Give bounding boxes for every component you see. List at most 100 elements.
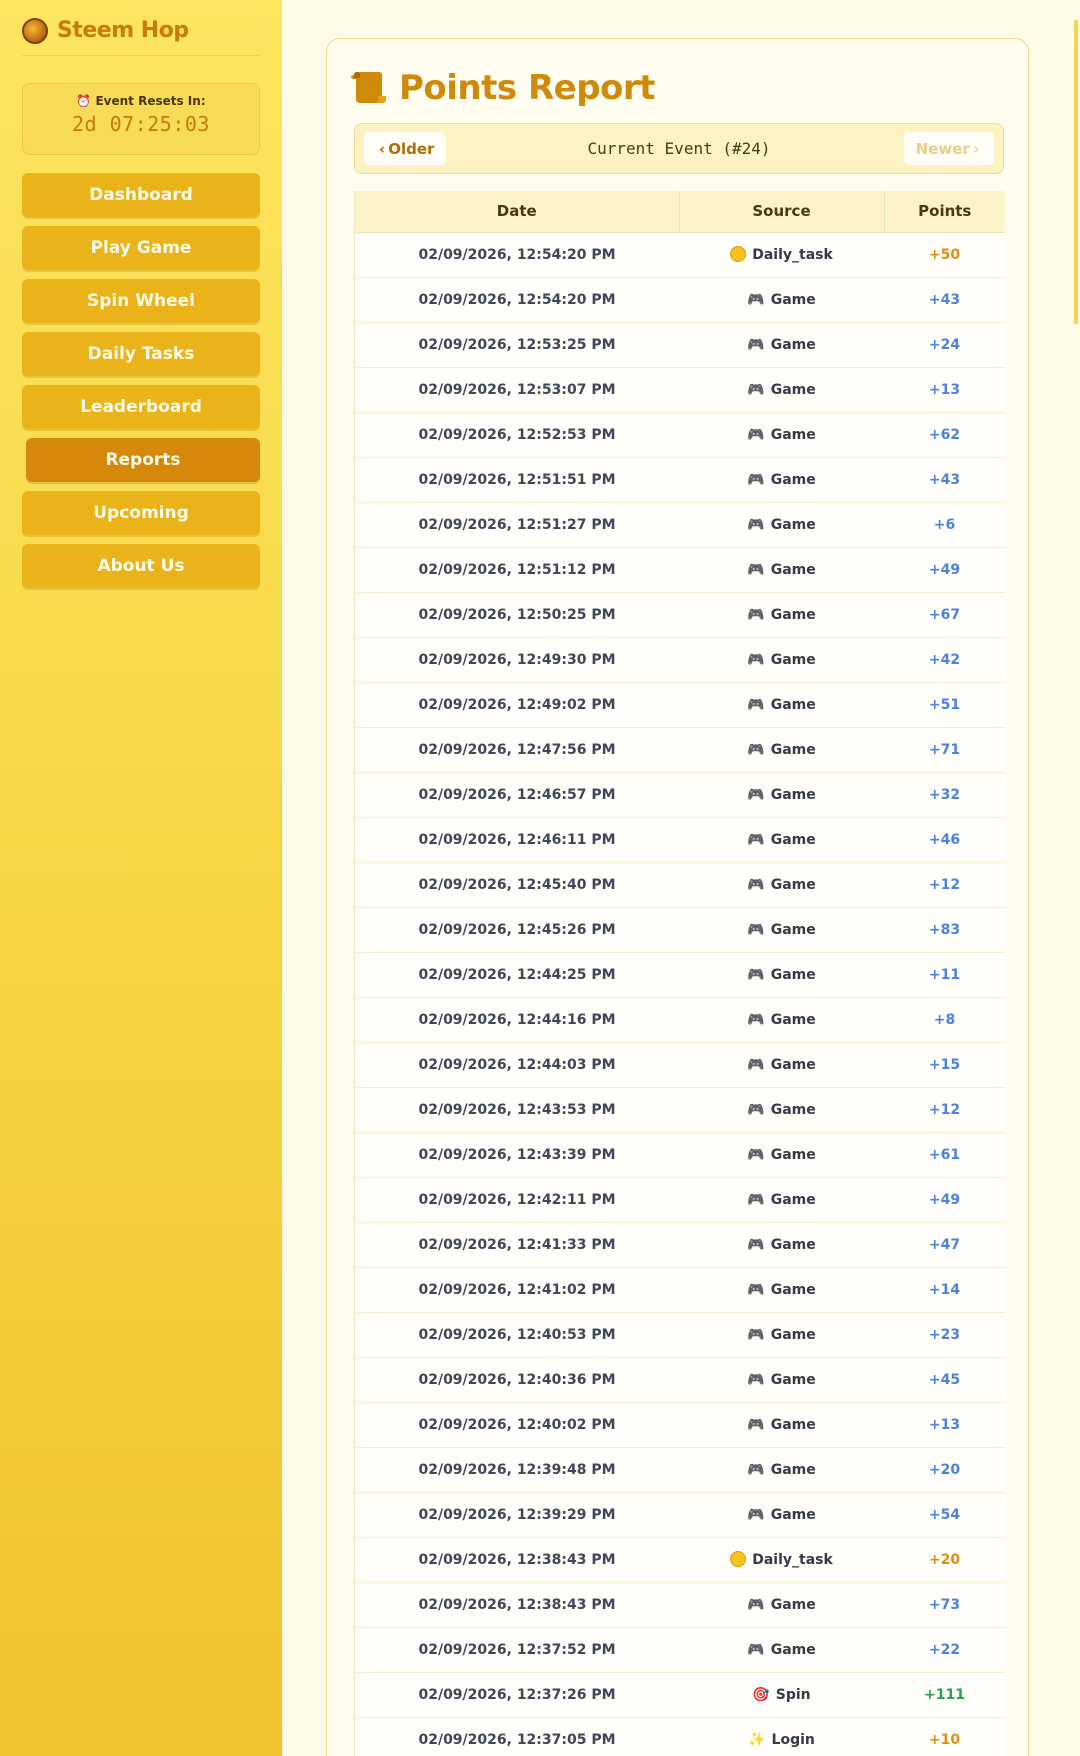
points-table: Date Source Points 02/09/2026, 12:54:20 … (355, 191, 1005, 1756)
brand[interactable]: Steem Hop (22, 16, 260, 56)
row-source: 🎮 Game (679, 1132, 884, 1178)
table-row: 02/09/2026, 12:45:26 PM 🎮 Game +83 (355, 907, 1005, 953)
row-date: 02/09/2026, 12:46:57 PM (355, 772, 679, 818)
gamepad-icon: 🎮 (747, 1056, 765, 1073)
table-row: 02/09/2026, 12:40:36 PM 🎮 Game +45 (355, 1357, 1005, 1403)
row-source-label: Game (770, 1281, 816, 1298)
gamepad-icon: 🎮 (747, 381, 765, 398)
sidebar-item-spin-wheel[interactable]: Spin Wheel (22, 279, 260, 323)
gamepad-icon: 🎮 (747, 291, 765, 308)
row-date: 02/09/2026, 12:49:30 PM (355, 637, 679, 683)
row-source-label: Game (770, 831, 816, 848)
row-points: +51 (884, 682, 1005, 728)
table-row: 02/09/2026, 12:42:11 PM 🎮 Game +49 (355, 1177, 1005, 1223)
table-row: 02/09/2026, 12:54:20 PM 🎮 Game +43 (355, 277, 1005, 323)
gamepad-icon: 🎮 (747, 921, 765, 938)
row-source: 🎮 Game (679, 1357, 884, 1403)
table-row: 02/09/2026, 12:41:02 PM 🎮 Game +14 (355, 1267, 1005, 1313)
table-row: 02/09/2026, 12:47:56 PM 🎮 Game +71 (355, 727, 1005, 773)
sidebar-item-upcoming[interactable]: Upcoming (22, 491, 260, 535)
row-date: 02/09/2026, 12:50:25 PM (355, 592, 679, 638)
table-row: 02/09/2026, 12:53:25 PM 🎮 Game +24 (355, 322, 1005, 368)
row-date: 02/09/2026, 12:47:56 PM (355, 727, 679, 773)
points-column-header[interactable]: Points (884, 191, 1005, 233)
gamepad-icon: 🎮 (747, 1191, 765, 1208)
sidebar-item-about-us[interactable]: About Us (22, 544, 260, 588)
row-points: +23 (884, 1312, 1005, 1358)
row-points: +6 (884, 502, 1005, 548)
table-row: 02/09/2026, 12:39:48 PM 🎮 Game +20 (355, 1447, 1005, 1493)
row-source: 🎮 Game (679, 637, 884, 683)
row-date: 02/09/2026, 12:44:25 PM (355, 952, 679, 998)
gamepad-icon: 🎮 (747, 426, 765, 443)
row-source: 🎮 Game (679, 1177, 884, 1223)
sidebar-item-daily-tasks[interactable]: Daily Tasks (22, 332, 260, 376)
table-row: 02/09/2026, 12:49:02 PM 🎮 Game +51 (355, 682, 1005, 728)
row-points: +24 (884, 322, 1005, 368)
row-source-label: Game (770, 1461, 816, 1478)
gamepad-icon: 🎮 (747, 1011, 765, 1028)
row-date: 02/09/2026, 12:40:02 PM (355, 1402, 679, 1448)
gamepad-icon: 🎮 (747, 1326, 765, 1343)
row-source-label: Game (770, 336, 816, 353)
row-source: 🎮 Game (679, 547, 884, 593)
gamepad-icon: 🎮 (747, 1146, 765, 1163)
table-row: 02/09/2026, 12:37:52 PM 🎮 Game +22 (355, 1627, 1005, 1673)
row-source-label: Game (770, 1506, 816, 1523)
gamepad-icon: 🎮 (747, 696, 765, 713)
table-row: 02/09/2026, 12:51:12 PM 🎮 Game +49 (355, 547, 1005, 593)
row-source-label: Game (770, 606, 816, 623)
row-points: +47 (884, 1222, 1005, 1268)
row-source: 🎮 Game (679, 1447, 884, 1493)
table-row: 02/09/2026, 12:39:29 PM 🎮 Game +54 (355, 1492, 1005, 1538)
gamepad-icon: 🎮 (747, 741, 765, 758)
row-source-label: Game (770, 876, 816, 893)
row-points: +49 (884, 1177, 1005, 1223)
sidebar-item-play-game[interactable]: Play Game (22, 226, 260, 270)
row-points: +10 (884, 1717, 1005, 1756)
sidebar-item-leaderboard[interactable]: Leaderboard (22, 385, 260, 429)
row-date: 02/09/2026, 12:41:33 PM (355, 1222, 679, 1268)
row-source: 🎮 Game (679, 907, 884, 953)
row-source-label: Game (770, 921, 816, 938)
table-row: 02/09/2026, 12:45:40 PM 🎮 Game +12 (355, 862, 1005, 908)
row-source: 🎮 Game (679, 457, 884, 503)
newer-button[interactable]: Newer › (903, 132, 994, 165)
row-source: ✨ Login (679, 1717, 884, 1756)
gamepad-icon: 🎮 (747, 1416, 765, 1433)
scrollbar[interactable] (1074, 20, 1078, 324)
row-source: 🎮 Game (679, 1582, 884, 1628)
row-date: 02/09/2026, 12:54:20 PM (355, 232, 679, 278)
newer-label: Newer (915, 139, 970, 158)
date-column-header[interactable]: Date (355, 191, 680, 233)
row-points: +61 (884, 1132, 1005, 1178)
row-source-label: Game (770, 426, 816, 443)
table-row: 02/09/2026, 12:43:53 PM 🎮 Game +12 (355, 1087, 1005, 1133)
gamepad-icon: 🎮 (747, 561, 765, 578)
scroll-icon (351, 72, 386, 103)
row-points: +13 (884, 367, 1005, 413)
sidebar-item-reports[interactable]: Reports (26, 438, 260, 482)
timer-value: 2d 07:25:03 (72, 112, 210, 136)
row-source-label: Game (770, 291, 816, 308)
row-date: 02/09/2026, 12:37:05 PM (355, 1717, 679, 1756)
row-source: 🎮 Game (679, 1402, 884, 1448)
table-row: 02/09/2026, 12:38:43 PM 🎮 Game +73 (355, 1582, 1005, 1628)
row-source-label: Game (770, 1371, 816, 1388)
table-row: 02/09/2026, 12:52:53 PM 🎮 Game +62 (355, 412, 1005, 458)
table-header-row: Date Source Points (355, 191, 1005, 233)
points-table-container: Date Source Points 02/09/2026, 12:54:20 … (354, 191, 1005, 1756)
row-source-label: Game (770, 1146, 816, 1163)
row-points: +43 (884, 277, 1005, 323)
gamepad-icon: 🎮 (747, 786, 765, 803)
row-source: Daily_task (679, 1537, 884, 1583)
source-column-header[interactable]: Source (679, 191, 885, 233)
table-row: 02/09/2026, 12:44:16 PM 🎮 Game +8 (355, 997, 1005, 1043)
row-source-label: Game (770, 1236, 816, 1253)
row-source: 🎮 Game (679, 1492, 884, 1538)
coin-icon (730, 1551, 747, 1567)
gamepad-icon: 🎮 (747, 831, 765, 848)
sidebar-item-dashboard[interactable]: Dashboard (22, 173, 260, 217)
row-points: +15 (884, 1042, 1005, 1088)
table-row: 02/09/2026, 12:41:33 PM 🎮 Game +47 (355, 1222, 1005, 1268)
